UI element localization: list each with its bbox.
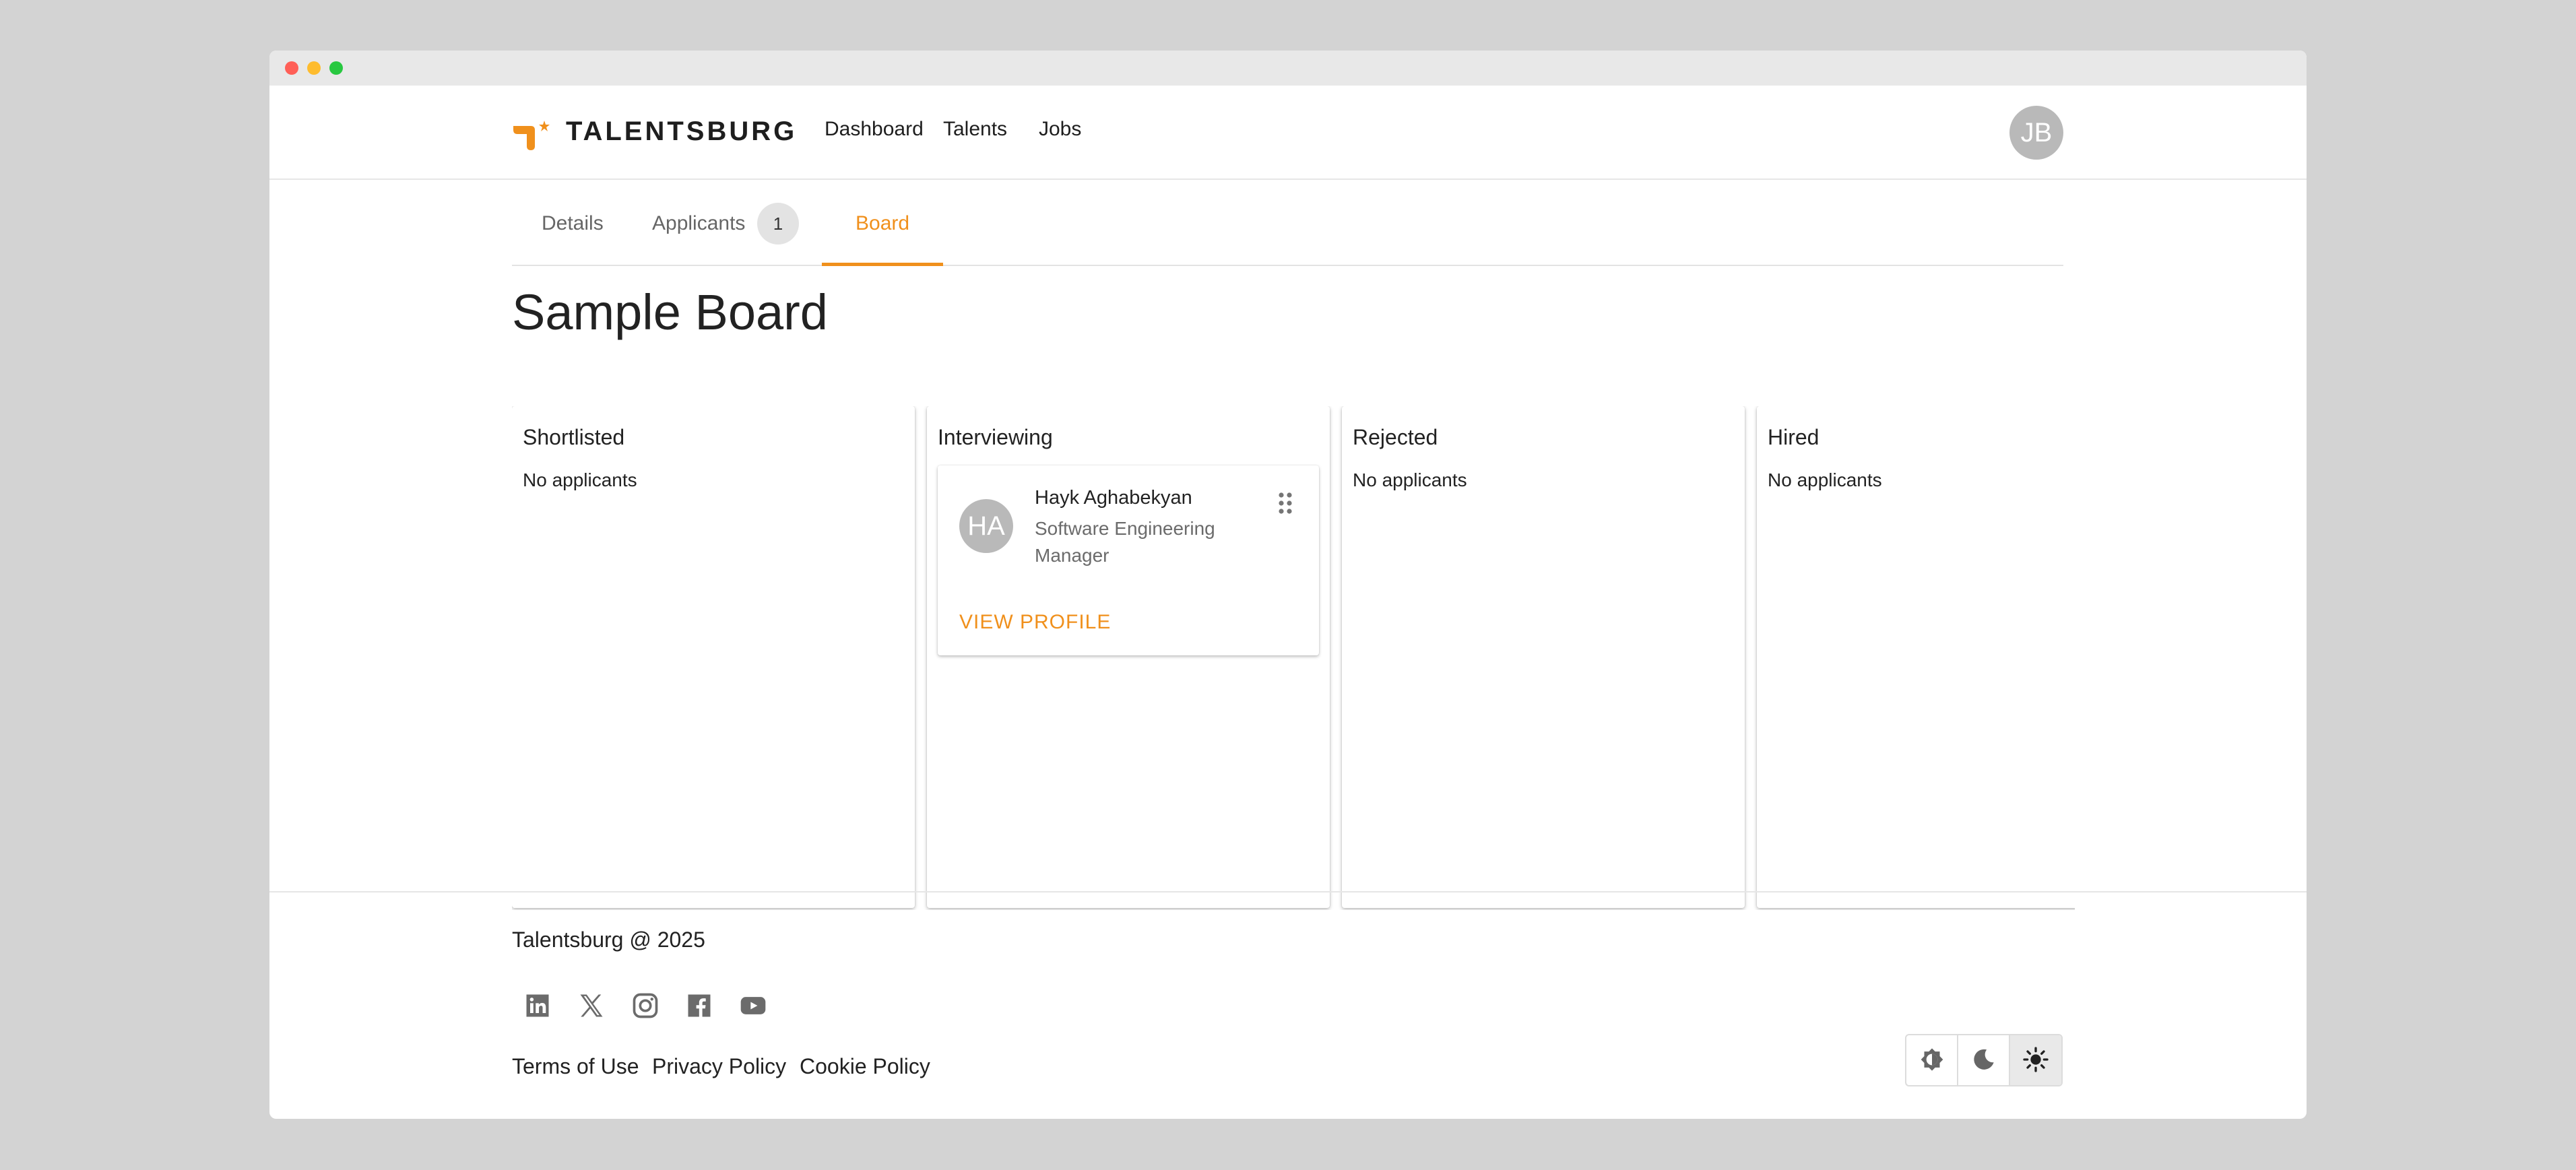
nav-dashboard[interactable]: Dashboard <box>825 118 924 141</box>
job-tabs: Details Applicants 1 Board <box>512 180 2063 266</box>
auto-brightness-icon <box>1921 1048 1943 1071</box>
column-hired: Hired No applicants <box>1757 406 2075 908</box>
maximize-window-button[interactable] <box>329 61 343 75</box>
talentsburg-logo-icon[interactable] <box>512 119 551 150</box>
minimize-window-button[interactable] <box>307 61 321 75</box>
column-interviewing: Interviewing HA Hayk Aghabekyan Software… <box>927 406 1330 908</box>
tab-board[interactable]: Board <box>822 180 943 266</box>
youtube-icon[interactable] <box>738 991 768 1020</box>
instagram-icon[interactable] <box>631 991 660 1020</box>
browser-window: TALENTSBURG Dashboard Talents Jobs JB De… <box>269 51 2307 1119</box>
page-footer: Talentsburg @ 2025 Terms of Use Privacy … <box>269 891 2307 1119</box>
cookie-policy-link[interactable]: Cookie Policy <box>800 1054 930 1079</box>
moon-icon <box>1974 1049 1994 1070</box>
column-shortlisted: Shortlisted No applicants <box>512 406 915 908</box>
empty-column-text: No applicants <box>1353 469 1467 490</box>
nav-jobs[interactable]: Jobs <box>1039 118 1081 141</box>
applicants-count-badge: 1 <box>757 203 799 245</box>
theme-light-button[interactable] <box>2010 1035 2061 1085</box>
applicant-avatar: HA <box>959 499 1013 553</box>
view-profile-button[interactable]: VIEW PROFILE <box>959 611 1111 634</box>
column-title: Rejected <box>1353 425 1438 449</box>
facebook-icon[interactable] <box>684 991 714 1020</box>
active-tab-indicator <box>822 263 943 266</box>
top-header: TALENTSBURG Dashboard Talents Jobs <box>269 86 2307 180</box>
tab-details-label: Details <box>542 212 604 234</box>
privacy-policy-link[interactable]: Privacy Policy <box>652 1054 786 1079</box>
theme-system-button[interactable] <box>1906 1035 1958 1085</box>
applicant-role: Software Engineering Manager <box>1035 518 1215 566</box>
column-title: Interviewing <box>938 425 1053 449</box>
close-window-button[interactable] <box>285 61 298 75</box>
column-rejected: Rejected No applicants <box>1342 406 1745 908</box>
applicant-card[interactable]: HA Hayk Aghabekyan Software Engineering … <box>938 465 1319 655</box>
x-icon[interactable] <box>577 991 606 1020</box>
nav-talents[interactable]: Talents <box>943 118 1007 141</box>
empty-column-text: No applicants <box>1768 469 1882 490</box>
copyright-text: Talentsburg @ 2025 <box>512 928 705 952</box>
tab-applicants-label: Applicants <box>652 212 746 234</box>
column-title: Shortlisted <box>523 425 625 449</box>
tab-board-label: Board <box>856 212 910 234</box>
sun-icon <box>2023 1047 2049 1072</box>
terms-of-use-link[interactable]: Terms of Use <box>512 1054 639 1079</box>
applicant-name: Hayk Aghabekyan <box>1035 487 1192 509</box>
tab-details[interactable]: Details <box>512 180 617 265</box>
page-title: Sample Board <box>512 284 828 340</box>
theme-switcher <box>1905 1034 2063 1086</box>
kanban-board: Shortlisted No applicants Interviewing H… <box>512 406 2075 910</box>
theme-dark-button[interactable] <box>1958 1035 2010 1085</box>
brand-name[interactable]: TALENTSBURG <box>566 117 797 147</box>
linkedin-icon[interactable] <box>523 991 552 1020</box>
drag-handle-icon[interactable] <box>1277 491 1293 515</box>
empty-column-text: No applicants <box>523 469 637 490</box>
user-avatar[interactable]: JB <box>2009 106 2063 160</box>
column-title: Hired <box>1768 425 1820 449</box>
tab-applicants[interactable]: Applicants 1 <box>617 180 800 265</box>
window-titlebar <box>269 51 2307 86</box>
